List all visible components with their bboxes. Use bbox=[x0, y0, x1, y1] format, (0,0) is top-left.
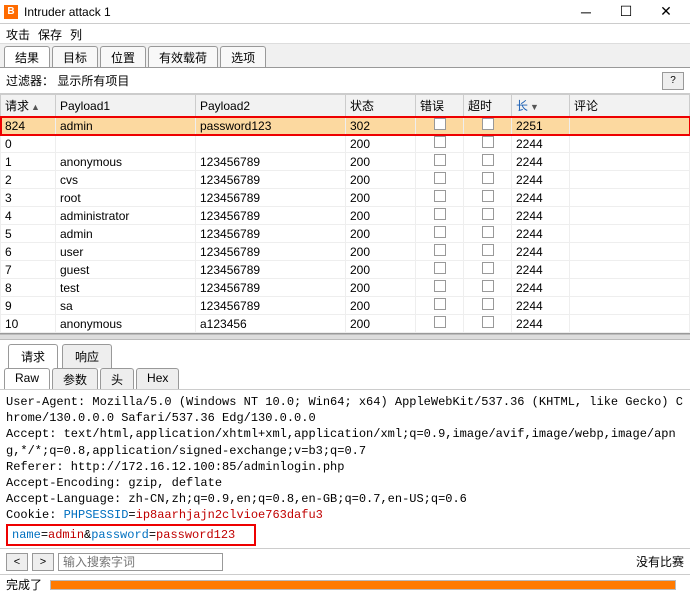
col-status[interactable]: 状态 bbox=[346, 95, 416, 117]
timeout-checkbox bbox=[482, 172, 494, 184]
table-row[interactable]: 9sa1234567892002244 bbox=[1, 297, 690, 315]
search-input[interactable] bbox=[58, 553, 223, 571]
tab-target[interactable]: 目标 bbox=[52, 46, 98, 67]
error-checkbox bbox=[434, 280, 446, 292]
table-row[interactable]: 5admin1234567892002244 bbox=[1, 225, 690, 243]
search-prev-button[interactable]: < bbox=[6, 553, 28, 571]
table-row[interactable]: 6user1234567892002244 bbox=[1, 243, 690, 261]
tab-params[interactable]: 参数 bbox=[52, 368, 98, 389]
minimize-button[interactable]: ─ bbox=[566, 0, 606, 24]
tab-headers[interactable]: 头 bbox=[100, 368, 134, 389]
error-checkbox bbox=[434, 316, 446, 328]
sort-icon: ▲ bbox=[31, 102, 40, 112]
main-tabs: 结果 目标 位置 有效载荷 选项 bbox=[0, 44, 690, 68]
col-error[interactable]: 错误 bbox=[416, 95, 464, 117]
table-row[interactable]: 1anonymous1234567892002244 bbox=[1, 153, 690, 171]
col-timeout[interactable]: 超时 bbox=[464, 95, 512, 117]
col-request[interactable]: 请求▲ bbox=[1, 95, 56, 117]
table-row[interactable]: 824adminpassword1233022251 bbox=[1, 117, 690, 135]
tab-payloads[interactable]: 有效载荷 bbox=[148, 46, 218, 67]
request-response-tabs: 请求 响应 bbox=[0, 340, 690, 368]
search-bar: < > 没有比赛 bbox=[0, 548, 690, 574]
close-button[interactable]: ✕ bbox=[646, 0, 686, 24]
error-checkbox bbox=[434, 262, 446, 274]
search-match-label: 没有比赛 bbox=[636, 553, 684, 570]
error-checkbox bbox=[434, 226, 446, 238]
error-checkbox bbox=[434, 136, 446, 148]
results-table-wrap: 请求▲ Payload1 Payload2 状态 错误 超时 长▼ 评论 824… bbox=[0, 94, 690, 334]
tab-response[interactable]: 响应 bbox=[62, 344, 112, 368]
col-length[interactable]: 长▼ bbox=[512, 95, 570, 117]
error-checkbox bbox=[434, 118, 446, 130]
window-title: Intruder attack 1 bbox=[24, 5, 566, 19]
search-next-button[interactable]: > bbox=[32, 553, 54, 571]
timeout-checkbox bbox=[482, 118, 494, 130]
table-row[interactable]: 02002244 bbox=[1, 135, 690, 153]
table-row[interactable]: 3root1234567892002244 bbox=[1, 189, 690, 207]
col-payload1[interactable]: Payload1 bbox=[56, 95, 196, 117]
titlebar: B Intruder attack 1 ─ ☐ ✕ bbox=[0, 0, 690, 24]
error-checkbox bbox=[434, 298, 446, 310]
menu-columns[interactable]: 列 bbox=[70, 26, 82, 41]
tab-options[interactable]: 选项 bbox=[220, 46, 266, 67]
tab-raw[interactable]: Raw bbox=[4, 368, 50, 389]
timeout-checkbox bbox=[482, 154, 494, 166]
raw-request-viewer[interactable]: User-Agent: Mozilla/5.0 (Windows NT 10.0… bbox=[0, 390, 690, 522]
error-checkbox bbox=[434, 208, 446, 220]
filter-question-button[interactable]: ? bbox=[662, 72, 684, 90]
filter-label: 过滤器： 显示所有项目 bbox=[6, 72, 129, 89]
timeout-checkbox bbox=[482, 136, 494, 148]
col-payload2[interactable]: Payload2 bbox=[196, 95, 346, 117]
statusbar: 完成了 bbox=[0, 574, 690, 594]
sort-desc-icon: ▼ bbox=[530, 102, 539, 112]
error-checkbox bbox=[434, 190, 446, 202]
timeout-checkbox bbox=[482, 298, 494, 310]
menu-save[interactable]: 保存 bbox=[38, 26, 62, 41]
col-comment[interactable]: 评论 bbox=[570, 95, 690, 117]
tab-hex[interactable]: Hex bbox=[136, 368, 179, 389]
table-row[interactable]: 2cvs1234567892002244 bbox=[1, 171, 690, 189]
tab-results[interactable]: 结果 bbox=[4, 46, 50, 67]
timeout-checkbox bbox=[482, 316, 494, 328]
maximize-button[interactable]: ☐ bbox=[606, 0, 646, 24]
error-checkbox bbox=[434, 154, 446, 166]
menubar: 攻击 保存 列 bbox=[0, 24, 690, 44]
tab-request[interactable]: 请求 bbox=[8, 344, 58, 368]
status-text: 完成了 bbox=[6, 576, 42, 593]
progress-bar bbox=[50, 580, 676, 590]
table-row[interactable]: 8test1234567892002244 bbox=[1, 279, 690, 297]
error-checkbox bbox=[434, 244, 446, 256]
request-body-highlight: name=admin&password=password123 bbox=[6, 524, 256, 546]
timeout-checkbox bbox=[482, 244, 494, 256]
timeout-checkbox bbox=[482, 190, 494, 202]
timeout-checkbox bbox=[482, 208, 494, 220]
timeout-checkbox bbox=[482, 280, 494, 292]
filter-bar: 过滤器： 显示所有项目 ? bbox=[0, 68, 690, 94]
timeout-checkbox bbox=[482, 226, 494, 238]
menu-attack[interactable]: 攻击 bbox=[6, 26, 30, 41]
error-checkbox bbox=[434, 172, 446, 184]
app-icon: B bbox=[4, 5, 18, 19]
table-row[interactable]: 10anonymousa1234562002244 bbox=[1, 315, 690, 333]
timeout-checkbox bbox=[482, 262, 494, 274]
table-row[interactable]: 4administrator1234567892002244 bbox=[1, 207, 690, 225]
table-row[interactable]: 7guest1234567892002244 bbox=[1, 261, 690, 279]
results-table: 请求▲ Payload1 Payload2 状态 错误 超时 长▼ 评论 824… bbox=[0, 94, 690, 333]
view-tabs: Raw 参数 头 Hex bbox=[0, 368, 690, 390]
tab-positions[interactable]: 位置 bbox=[100, 46, 146, 67]
